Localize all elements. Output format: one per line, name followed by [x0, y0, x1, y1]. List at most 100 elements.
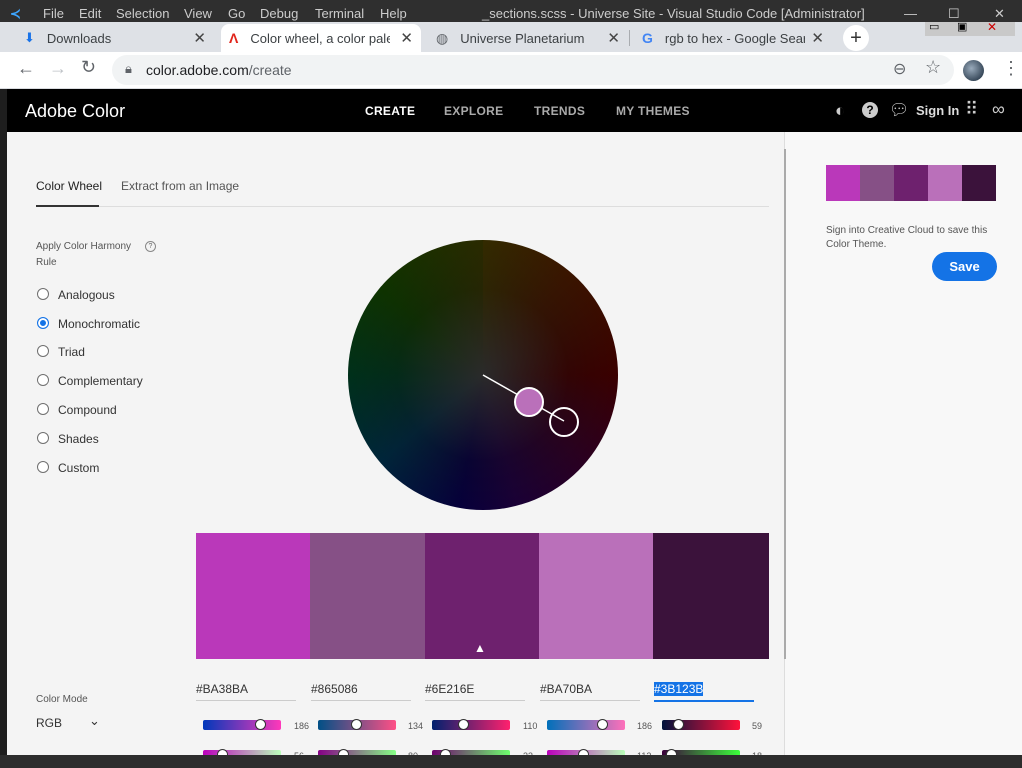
rule-label-analogous[interactable]: Analogous [58, 288, 115, 302]
apps-grid-icon[interactable]: ⠿ [965, 99, 978, 120]
radio-shades[interactable] [37, 432, 49, 444]
swatch-5[interactable] [653, 533, 769, 659]
slider-r-1[interactable] [203, 719, 281, 730]
minimize-icon[interactable]: ▭ [929, 20, 939, 33]
chevron-down-icon[interactable]: ⌄ [89, 713, 100, 729]
radio-custom[interactable] [37, 461, 49, 473]
scrollbar-thumb[interactable] [784, 149, 786, 659]
close-icon[interactable]: ✕ [987, 20, 997, 34]
radio-monochromatic[interactable] [37, 317, 49, 329]
slider-knob[interactable] [351, 719, 362, 730]
sign-in-link[interactable]: Sign In [916, 103, 959, 118]
rule-label-compound[interactable]: Compound [58, 403, 117, 417]
slider-knob[interactable] [458, 719, 469, 730]
radio-triad[interactable] [37, 345, 49, 357]
close-tab-icon[interactable]: ✕ [811, 29, 824, 47]
swatch-3[interactable]: ▲ [425, 533, 539, 659]
slider-knob[interactable] [673, 719, 684, 730]
browser-tabstrip: ⬇ Downloads ✕ Λ Color wheel, a color pal… [0, 20, 1022, 52]
creative-cloud-icon[interactable]: ∞ [992, 99, 1005, 120]
slider-r-2[interactable] [318, 719, 396, 730]
nav-trends[interactable]: TRENDS [534, 104, 585, 118]
nav-create[interactable]: CREATE [365, 104, 415, 118]
close-tab-icon[interactable]: ✕ [607, 29, 620, 47]
globe-icon: ◍ [436, 29, 449, 46]
download-icon: ⬇ [24, 30, 35, 45]
hex-input-1[interactable]: #BA38BA [196, 682, 296, 701]
minimize-icon[interactable]: — [904, 6, 917, 21]
tab-universe-planetarium[interactable]: ◍ Universe Planetarium ✕ [428, 24, 628, 52]
bookmark-star-icon[interactable]: ☆ [925, 57, 941, 78]
hex-input-3[interactable]: #6E216E [425, 682, 525, 701]
reload-icon[interactable]: ↻ [81, 57, 96, 78]
wheel-handle-selected[interactable] [514, 387, 544, 417]
color-mode-select[interactable]: RGB [36, 716, 62, 730]
google-icon: G [642, 30, 653, 46]
feedback-icon[interactable]: 💬︎ [889, 100, 909, 120]
help-icon[interactable]: ? [862, 102, 878, 118]
menu-help[interactable]: Help [380, 6, 407, 21]
wheel-handles[interactable] [348, 240, 618, 510]
slider-value: 186 [294, 721, 310, 731]
menu-view[interactable]: View [184, 6, 212, 21]
swatch-2[interactable] [310, 533, 425, 659]
hex-input-2[interactable]: #865086 [311, 682, 411, 701]
slider-r-4[interactable] [547, 719, 625, 730]
hex-input-5[interactable]: #3B123B [654, 682, 754, 702]
menu-edit[interactable]: Edit [79, 6, 101, 21]
menu-selection[interactable]: Selection [116, 6, 169, 21]
close-tab-icon[interactable]: ✕ [193, 29, 206, 47]
menu-file[interactable]: File [43, 6, 64, 21]
lock-icon: 🔒︎ [125, 61, 132, 76]
vscode-titlebar: ≺ File Edit Selection View Go Debug Term… [0, 0, 1022, 24]
slider-value: 110 [523, 721, 538, 731]
radio-compound[interactable] [37, 403, 49, 415]
slider-knob[interactable] [597, 719, 608, 730]
window-controls: ▭ ▣ ✕ [925, 20, 1015, 36]
forward-icon[interactable]: → [49, 58, 67, 79]
tab-color-wheel[interactable]: Color Wheel [36, 179, 102, 193]
radio-complementary[interactable] [37, 374, 49, 386]
adobe-color-logo[interactable]: Adobe Color [25, 101, 125, 122]
nav-explore[interactable]: EXPLORE [444, 104, 503, 118]
slider-r-3[interactable] [432, 719, 510, 730]
radio-analogous[interactable] [37, 288, 49, 300]
slider-r-5[interactable] [662, 719, 740, 730]
swatch-1[interactable] [196, 533, 310, 659]
slider-value: 59 [752, 721, 763, 731]
vscode-statusbar [0, 755, 1022, 768]
tab-downloads[interactable]: ⬇ Downloads ✕ [14, 24, 214, 52]
tab-adobe-color[interactable]: Λ Color wheel, a color palett ✕ [221, 24, 421, 52]
url-text[interactable]: color.adobe.com/create [146, 62, 292, 78]
rule-label-complementary[interactable]: Complementary [58, 374, 143, 388]
rule-label-shades[interactable]: Shades [58, 432, 99, 446]
tab-google-search[interactable]: G rgb to hex - Google Search ✕ [632, 24, 832, 52]
close-tab-icon[interactable]: ✕ [400, 29, 413, 47]
rule-label-triad[interactable]: Triad [58, 345, 85, 359]
slider-knob[interactable] [255, 719, 266, 730]
back-icon[interactable]: ← [17, 58, 35, 79]
profile-avatar[interactable] [963, 60, 984, 81]
info-icon[interactable]: ? [145, 241, 156, 252]
menu-debug[interactable]: Debug [260, 6, 298, 21]
zoom-icon[interactable]: ⊖ [893, 59, 906, 79]
adobe-color-page: Adobe Color CREATE EXPLORE TRENDS MY THE… [7, 89, 1022, 768]
wheel-handle-base[interactable] [549, 407, 579, 437]
new-tab-button[interactable]: + [843, 25, 869, 51]
slider-value: 186 [637, 721, 653, 731]
save-button[interactable]: Save [932, 252, 997, 281]
tab-title: Universe Planetarium [460, 30, 585, 46]
maximize-icon[interactable]: ▣ [957, 20, 967, 33]
menu-kebab-icon[interactable]: ⋮ [1002, 58, 1020, 79]
menu-go[interactable]: Go [228, 6, 245, 21]
slider-value: 134 [408, 721, 424, 731]
color-blind-icon[interactable]: ◐ [835, 101, 845, 121]
hex-input-4[interactable]: #BA70BA [540, 682, 640, 701]
window-title: _sections.scss - Universe Site - Visual … [482, 6, 865, 21]
swatch-4[interactable] [539, 533, 653, 659]
menu-terminal[interactable]: Terminal [315, 6, 364, 21]
tab-extract-from-image[interactable]: Extract from an Image [121, 179, 239, 193]
rule-label-custom[interactable]: Custom [58, 461, 99, 475]
rule-label-monochromatic[interactable]: Monochromatic [58, 317, 140, 331]
nav-my-themes[interactable]: MY THEMES [616, 104, 690, 118]
